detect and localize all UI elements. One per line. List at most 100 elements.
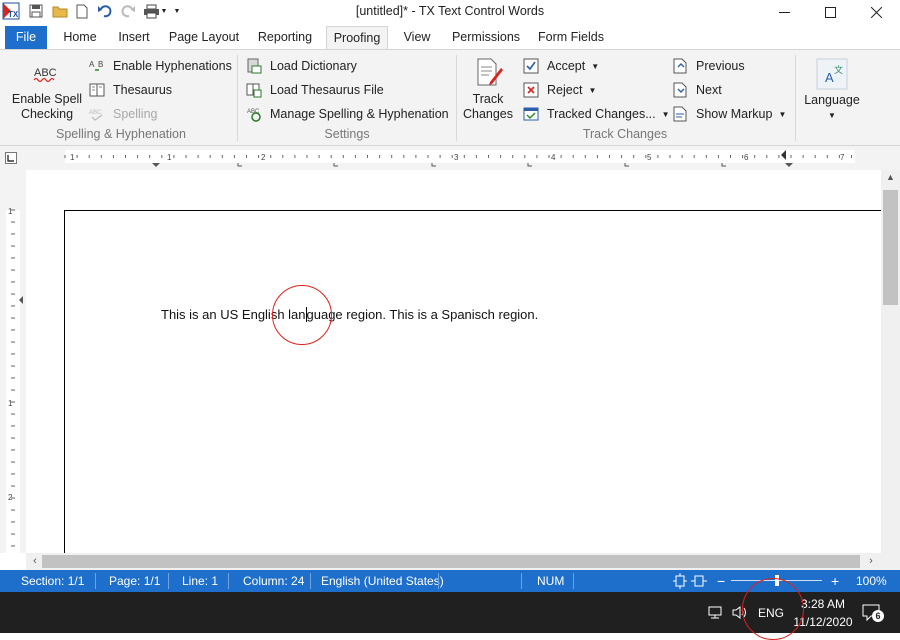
track-changes-label-1: Track [472,92,504,106]
tab-page-layout[interactable]: Page Layout [164,26,244,49]
language-button[interactable]: A文 Language ▼ [800,58,864,122]
zoom-in-button[interactable]: + [831,570,839,592]
print-icon[interactable] [142,2,160,20]
redo-icon[interactable] [119,2,137,20]
previous-label: Previous [696,59,745,73]
zoom-fit-page-icon[interactable] [673,573,687,589]
next-button[interactable]: Next [671,81,722,99]
settings-group-label: Settings [324,127,370,141]
undo-icon[interactable] [96,2,114,20]
tab-view[interactable]: View [396,26,438,49]
spelling-button[interactable]: ABC Spelling [88,105,157,123]
scroll-corner [881,553,900,570]
show-markup-button[interactable]: Show Markup ▼ [671,105,786,123]
highlight-circle-language [742,578,804,640]
scroll-left-arrow-icon[interactable]: ‹ [28,553,42,570]
title-bar: TX ▼ ▼ [untitled]* - TX Text Control Wor… [0,0,900,24]
tab-insert[interactable]: Insert [112,26,156,49]
horizontal-scroll-thumb[interactable] [42,555,860,568]
enable-spell-checking-button[interactable]: ABC Enable Spell Checking [8,58,86,122]
document-page[interactable]: This is an US English language region. T… [64,210,881,553]
tab-proofing[interactable]: Proofing [326,26,388,49]
accept-check-icon [522,57,540,75]
zoom-percentage[interactable]: 100% [856,570,887,592]
tab-home[interactable]: Home [56,26,104,49]
tracked-changes-button[interactable]: Tracked Changes... ▼ [522,105,670,123]
tab-stop-marker[interactable] [431,163,436,167]
save-icon[interactable] [28,2,44,20]
next-icon [671,81,689,99]
status-line[interactable]: Line: 1 [182,570,218,592]
status-column[interactable]: Column: 24 [243,570,304,592]
scroll-right-arrow-icon[interactable]: › [864,553,878,570]
tab-stop-marker[interactable] [527,163,532,167]
thesaurus-file-icon [245,81,263,99]
scroll-up-arrow-icon[interactable]: ▲ [881,172,900,188]
ruler-number: 6 [744,153,749,162]
track-changes-icon [476,58,504,88]
accept-dropdown-icon[interactable]: ▼ [591,62,599,71]
minimize-button[interactable] [761,0,807,24]
network-icon[interactable] [708,605,724,620]
svg-text:ABC: ABC [89,110,102,116]
show-markup-dropdown-icon[interactable]: ▼ [778,110,786,119]
tab-stop-marker[interactable] [624,163,629,167]
ruler-number: 2 [261,153,266,162]
tab-stop-marker[interactable] [237,163,242,167]
tab-permissions[interactable]: Permissions [446,26,526,49]
open-folder-icon[interactable] [51,2,69,20]
print-dropdown-icon[interactable]: ▼ [160,2,168,20]
zoom-out-button[interactable]: − [717,570,725,592]
next-label: Next [696,83,722,97]
ruler-number: 1 [167,153,172,162]
right-indent-marker[interactable] [785,163,793,167]
horizontal-ruler-scale: 1 1 2 3 4 5 6 7 [64,150,855,167]
status-section[interactable]: Section: 1/1 [21,570,84,592]
manage-spelling-icon: ABC [245,105,263,123]
zoom-fit-width-icon[interactable] [691,573,707,589]
track-changes-group-label: Track Changes [582,127,668,141]
left-indent-marker[interactable] [152,163,160,167]
horizontal-scrollbar[interactable]: ‹ › [26,553,881,570]
reject-button[interactable]: Reject ▼ [522,81,596,99]
accept-button[interactable]: Accept ▼ [522,57,599,75]
close-button[interactable] [853,0,899,24]
maximize-button[interactable] [807,0,853,24]
show-markup-icon [671,105,689,123]
reject-dropdown-icon[interactable]: ▼ [588,86,596,95]
horizontal-ruler[interactable]: 1 1 2 3 4 5 6 7 [0,146,900,170]
document-area[interactable]: This is an US English language region. T… [26,170,881,553]
ruler-number: 3 [454,153,459,162]
notifications-button[interactable]: 6 [862,604,884,622]
new-document-icon[interactable] [74,2,90,20]
thesaurus-button[interactable]: Thesaurus [88,81,172,99]
hyphenation-icon: AB [88,57,106,75]
tab-stop-marker[interactable] [721,163,726,167]
status-separator [573,573,574,589]
tab-file[interactable]: File [5,26,47,49]
customize-toolbar-icon[interactable]: ▼ [172,2,182,20]
tracked-changes-dropdown-icon[interactable]: ▼ [662,110,670,119]
ruler-number: 1 [8,207,13,216]
manage-spelling-hyphenation-button[interactable]: ABC Manage Spelling & Hyphenation [245,105,449,123]
track-changes-button[interactable]: Track Changes [461,58,515,122]
document-text[interactable]: This is an US English language region. T… [161,307,538,322]
status-language[interactable]: English (United States) [321,570,444,592]
track-changes-label-2: Changes [462,107,514,121]
svg-text:ABC: ABC [34,67,57,79]
vertical-scrollbar[interactable]: ▲ [881,170,900,553]
vertical-ruler: 1 1 2 [0,170,26,553]
tab-stop-marker[interactable] [333,163,338,167]
vertical-scroll-thumb[interactable] [883,190,898,305]
status-page[interactable]: Page: 1/1 [109,570,160,592]
thesaurus-label: Thesaurus [113,83,173,97]
previous-button[interactable]: Previous [671,57,745,75]
app-icon[interactable]: TX [2,2,20,20]
load-thesaurus-file-button[interactable]: Load Thesaurus File [245,81,384,99]
enable-hyphenations-button[interactable]: AB Enable Hyphenations [88,57,232,75]
load-dictionary-button[interactable]: Load Dictionary [245,57,357,75]
load-thesaurus-file-label: Load Thesaurus File [270,83,384,97]
vertical-ruler-scale: 1 1 2 [6,207,23,553]
tab-form-fields[interactable]: Form Fields [534,26,608,49]
tab-reporting[interactable]: Reporting [252,26,318,49]
